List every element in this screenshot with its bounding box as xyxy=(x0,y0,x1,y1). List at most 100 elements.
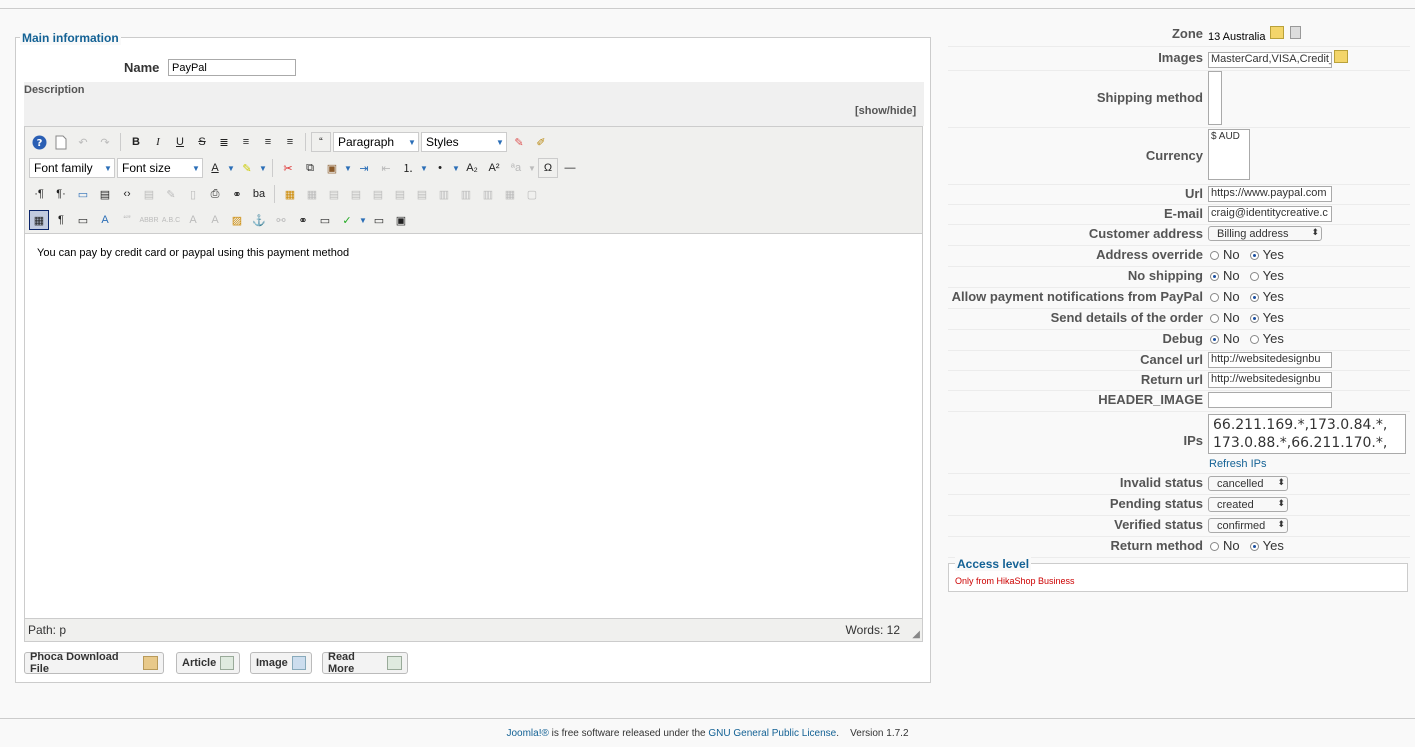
format-select[interactable]: Paragraph ▼ xyxy=(333,132,419,152)
font-size-select[interactable]: Font size ▼ xyxy=(117,158,203,178)
new-document-icon[interactable] xyxy=(51,132,71,152)
cleanup-icon[interactable]: ✐ xyxy=(531,132,551,152)
template-insert-icon[interactable]: ▣ xyxy=(391,210,411,230)
row-after-icon[interactable]: ▤ xyxy=(390,184,410,204)
attributes-icon[interactable]: A xyxy=(95,210,115,230)
highlight-color-icon[interactable]: ✎ xyxy=(237,158,257,178)
chevron-down-icon[interactable]: ▼ xyxy=(259,158,267,178)
paste-icon[interactable]: ▣ xyxy=(322,158,342,178)
invalid-status-select[interactable]: cancelled ⬍ xyxy=(1208,476,1288,491)
omega-icon[interactable]: Ω xyxy=(538,158,558,178)
name-input[interactable] xyxy=(168,59,296,76)
anchor-icon[interactable]: ⚓ xyxy=(249,210,269,230)
subscript-icon[interactable]: A₂ xyxy=(462,158,482,178)
strikethrough-icon[interactable]: S xyxy=(192,132,212,152)
visual-aid-icon[interactable]: ▦ xyxy=(29,210,49,230)
insert-table-icon[interactable]: ▦ xyxy=(280,184,300,204)
rtl-icon[interactable]: ¶· xyxy=(51,184,71,204)
media-icon[interactable]: ▭ xyxy=(315,210,335,230)
shipping-method-list[interactable] xyxy=(1208,71,1222,125)
edit-zone-icon[interactable] xyxy=(1270,26,1284,39)
read-more-button[interactable]: Read More xyxy=(322,651,408,675)
show-blocks-icon[interactable]: ¶ xyxy=(51,210,71,230)
undo-icon[interactable]: ↶ xyxy=(73,132,93,152)
print-icon[interactable]: ⎙ xyxy=(205,184,225,204)
cut-icon[interactable]: ✂ xyxy=(278,158,298,178)
acronym-icon[interactable]: A.B.C xyxy=(161,210,181,230)
return-url-input[interactable]: http://websitedesignbu xyxy=(1208,372,1332,388)
align-right-icon[interactable]: ≡ xyxy=(280,132,300,152)
deletion-icon[interactable]: A xyxy=(183,210,203,230)
chevron-down-icon[interactable]: ▼ xyxy=(359,210,367,230)
fullscreen-icon[interactable]: ▭ xyxy=(73,184,93,204)
character-map-icon-dim[interactable]: ªa xyxy=(506,158,526,178)
merge-cells-icon[interactable]: ▢ xyxy=(522,184,542,204)
style-props-icon[interactable]: ▭ xyxy=(73,210,93,230)
chevron-down-icon[interactable]: ▼ xyxy=(452,158,460,178)
edit-icon[interactable]: ✎ xyxy=(161,184,181,204)
debug-yes-radio[interactable] xyxy=(1249,335,1259,344)
address-override-no-radio[interactable] xyxy=(1210,251,1219,260)
allow-notifications-no-radio[interactable] xyxy=(1210,293,1219,302)
code-icon[interactable]: ‹› xyxy=(117,184,137,204)
chevron-down-icon[interactable]: ▼ xyxy=(420,158,428,178)
indent-icon[interactable]: ⇥ xyxy=(354,158,374,178)
col-after-icon[interactable]: ▥ xyxy=(456,184,476,204)
text-color-icon[interactable]: A xyxy=(205,158,225,178)
blockquote-icon[interactable]: “ xyxy=(311,132,331,152)
path-value[interactable]: p xyxy=(59,623,66,637)
chevron-down-icon[interactable]: ▼ xyxy=(227,158,235,178)
replace-icon[interactable]: ba xyxy=(249,184,269,204)
link-icon[interactable]: ⚭ xyxy=(293,210,313,230)
spellcheck-icon[interactable]: ✓ xyxy=(337,210,357,230)
delete-table-icon[interactable]: ▦ xyxy=(302,184,322,204)
find-icon[interactable]: ⚭ xyxy=(227,184,247,204)
delete-row-icon[interactable]: ▤ xyxy=(412,184,432,204)
debug-no-radio[interactable] xyxy=(1210,335,1219,344)
row-before-icon[interactable]: ▤ xyxy=(368,184,388,204)
currency-list[interactable]: $ AUD xyxy=(1208,129,1250,180)
preview-icon[interactable]: ▤ xyxy=(95,184,115,204)
ips-textarea[interactable]: 66.211.169.*,173.0.84.*, 173.0.88.*,66.2… xyxy=(1208,414,1406,454)
copy-icon[interactable]: ⧉ xyxy=(300,158,320,178)
send-details-no-radio[interactable] xyxy=(1210,314,1219,323)
col-before-icon[interactable]: ▥ xyxy=(434,184,454,204)
chevron-down-icon[interactable]: ▼ xyxy=(344,158,352,178)
underline-icon[interactable]: U xyxy=(170,132,190,152)
document-icon[interactable]: ▯ xyxy=(183,184,203,204)
editor-content[interactable]: You can pay by credit card or paypal usi… xyxy=(37,247,349,259)
outdent-icon[interactable]: ⇤ xyxy=(376,158,396,178)
delete-zone-icon[interactable] xyxy=(1290,26,1301,39)
email-input[interactable]: craig@identitycreative.c xyxy=(1208,206,1332,222)
insertion-icon[interactable]: A xyxy=(205,210,225,230)
resize-grip-icon[interactable]: ◢ xyxy=(912,629,920,640)
chevron-down-icon[interactable]: ▼ xyxy=(528,158,536,178)
bullet-list-icon[interactable]: • xyxy=(430,158,450,178)
images-input[interactable]: MasterCard,VISA,Credit_ xyxy=(1208,52,1332,68)
show-hide-toggle[interactable]: [show/hide] xyxy=(855,105,916,117)
row-props-icon[interactable]: ▤ xyxy=(324,184,344,204)
address-override-yes-radio[interactable] xyxy=(1249,251,1259,260)
article-button[interactable]: Article xyxy=(176,652,240,674)
align-left-icon[interactable]: ≡ xyxy=(258,132,278,152)
joomla-link[interactable]: Joomla!® xyxy=(506,728,548,739)
unlink-icon[interactable]: ⚯ xyxy=(271,210,291,230)
numbered-list-icon[interactable]: ⒈ xyxy=(398,158,418,178)
bold-icon[interactable]: B xyxy=(126,132,146,152)
font-family-select[interactable]: Font family ▼ xyxy=(29,158,115,178)
no-shipping-yes-radio[interactable] xyxy=(1249,272,1259,281)
cell-props-icon[interactable]: ▤ xyxy=(346,184,366,204)
refresh-ips-link[interactable]: Refresh IPs xyxy=(1209,458,1266,470)
align-center-icon[interactable]: ≡ xyxy=(236,132,256,152)
justify-icon[interactable]: ≣ xyxy=(214,132,234,152)
header-image-input[interactable] xyxy=(1208,392,1332,408)
customer-address-select[interactable]: Billing address ⬍ xyxy=(1208,226,1322,241)
access-level-value[interactable]: Only from HikaShop Business xyxy=(955,576,1075,586)
return-method-no-radio[interactable] xyxy=(1210,542,1219,551)
return-method-yes-radio[interactable] xyxy=(1249,542,1259,551)
url-input[interactable]: https://www.paypal.com xyxy=(1208,186,1332,202)
no-shipping-no-radio[interactable] xyxy=(1210,272,1219,281)
eraser-icon[interactable]: ✎ xyxy=(509,132,529,152)
phoca-download-button[interactable]: Phoca Download File xyxy=(24,651,164,675)
pending-status-select[interactable]: created ⬍ xyxy=(1208,497,1288,512)
